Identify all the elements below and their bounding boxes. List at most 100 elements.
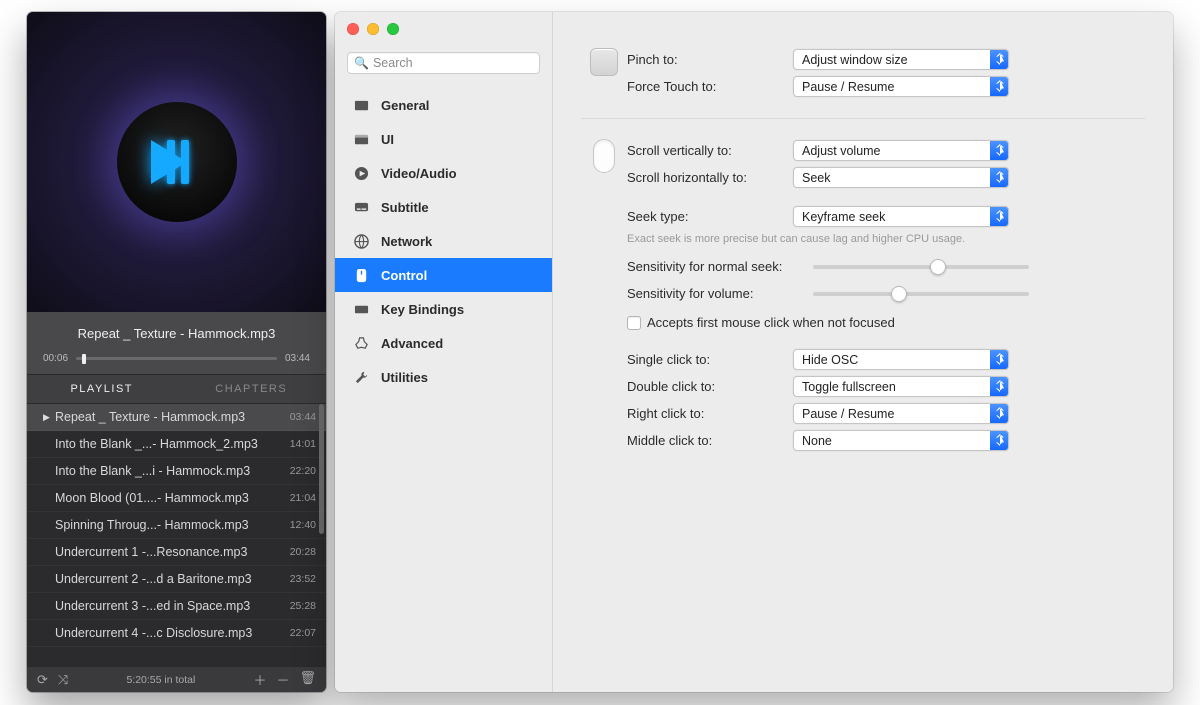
playlist-item-duration: 22:07 — [290, 627, 316, 639]
pinch-select[interactable]: Adjust window size — [793, 49, 1009, 70]
playlist-item-title: Undercurrent 3 -...ed in Space.mp3 — [55, 599, 290, 613]
right-click-label: Right click to: — [627, 406, 793, 421]
sidebar-item-control[interactable]: Control — [335, 258, 552, 292]
playlist-item[interactable]: Undercurrent 2 -...d a Baritone.mp323:52 — [27, 566, 326, 593]
seek-slider[interactable] — [76, 357, 277, 360]
sens-vol-slider[interactable] — [813, 292, 1029, 296]
sidebar-item-ui[interactable]: UI — [335, 122, 552, 156]
accept-first-click-row[interactable]: Accepts first mouse click when not focus… — [627, 307, 1145, 334]
zoom-button[interactable] — [387, 23, 399, 35]
advanced-icon — [353, 335, 369, 351]
sens-seek-label: Sensitivity for normal seek: — [627, 259, 813, 274]
keys-icon — [353, 301, 369, 317]
sens-seek-slider[interactable] — [813, 265, 1029, 269]
search-placeholder: Search — [373, 56, 413, 70]
seek-type-select[interactable]: Keyframe seek — [793, 206, 1009, 227]
video-icon — [353, 165, 369, 181]
playlist-item[interactable]: Into the Blank _...- Hammock_2.mp314:01 — [27, 431, 326, 458]
preferences-content: Pinch to: Adjust window size Force Touch… — [553, 12, 1173, 692]
sidebar-item-label: General — [381, 98, 429, 113]
utilities-icon — [353, 369, 369, 385]
sidebar-item-keys[interactable]: Key Bindings — [335, 292, 552, 326]
sidebar-item-label: Subtitle — [381, 200, 429, 215]
now-playing-title: Repeat _ Texture - Hammock.mp3 — [43, 326, 310, 341]
scroll-v-label: Scroll vertically to: — [627, 143, 793, 158]
scrollbar[interactable] — [319, 404, 324, 534]
minimize-button[interactable] — [367, 23, 379, 35]
trash-icon[interactable]: 🗑 — [299, 670, 316, 689]
repeat-icon[interactable]: ⟳ — [37, 672, 48, 688]
seek-type-hint: Exact seek is more precise but can cause… — [627, 230, 1145, 253]
subtitle-icon — [353, 199, 369, 215]
accept-first-click-label: Accepts first mouse click when not focus… — [647, 315, 895, 330]
preferences-sidebar: 🔍 Search General UI Video/Audio Subtitle Net… — [335, 12, 553, 692]
sidebar-item-label: UI — [381, 132, 394, 147]
album-art-area — [27, 12, 326, 312]
playlist-item-title: Moon Blood (01....- Hammock.mp3 — [55, 491, 290, 505]
playlist-item[interactable]: Undercurrent 1 -...Resonance.mp320:28 — [27, 539, 326, 566]
playlist-item-duration: 14:01 — [290, 438, 316, 450]
double-click-select[interactable]: Toggle fullscreen — [793, 376, 1009, 397]
scroll-h-select[interactable]: Seek — [793, 167, 1009, 188]
playlist-item-duration: 25:28 — [290, 600, 316, 612]
shuffle-icon[interactable]: ⤨ — [58, 672, 68, 688]
now-playing-bar: Repeat _ Texture - Hammock.mp3 00:06 03:… — [27, 312, 326, 374]
scroll-h-label: Scroll horizontally to: — [627, 170, 793, 185]
scroll-v-select[interactable]: Adjust volume — [793, 140, 1009, 161]
sens-vol-label: Sensitivity for volume: — [627, 286, 813, 301]
playlist-item-title: Undercurrent 1 -...Resonance.mp3 — [55, 545, 290, 559]
control-icon — [353, 267, 369, 283]
playlist-item[interactable]: ▶Repeat _ Texture - Hammock.mp303:44 — [27, 404, 326, 431]
remove-icon[interactable]: － — [276, 670, 289, 689]
right-click-select[interactable]: Pause / Resume — [793, 403, 1009, 424]
ui-icon — [353, 131, 369, 147]
add-icon[interactable]: ＋ — [253, 670, 266, 689]
sidebar-item-label: Network — [381, 234, 432, 249]
playlist-item-duration: 22:20 — [290, 465, 316, 477]
sidebar-item-video[interactable]: Video/Audio — [335, 156, 552, 190]
time-duration: 03:44 — [285, 353, 310, 364]
playlist-total-duration: 5:20:55 in total — [68, 674, 253, 686]
playlist-item-title: Repeat _ Texture - Hammock.mp3 — [55, 410, 290, 424]
play-indicator-icon: ▶ — [43, 412, 55, 423]
double-click-label: Double click to: — [627, 379, 793, 394]
sidebar-item-label: Key Bindings — [381, 302, 464, 317]
sidebar-item-general[interactable]: General — [335, 88, 552, 122]
sidebar-item-advanced[interactable]: Advanced — [335, 326, 552, 360]
trackpad-section: Pinch to: Adjust window size Force Touch… — [581, 28, 1145, 118]
playlist-item[interactable]: Into the Blank _...i - Hammock.mp322:20 — [27, 458, 326, 485]
seek-type-label: Seek type: — [627, 209, 793, 224]
sidebar-item-label: Utilities — [381, 370, 428, 385]
single-click-select[interactable]: Hide OSC — [793, 349, 1009, 370]
playlist-item[interactable]: Undercurrent 4 -...c Disclosure.mp322:07 — [27, 620, 326, 647]
sidebar-item-utilities[interactable]: Utilities — [335, 360, 552, 394]
tab-chapters[interactable]: CHAPTERS — [177, 375, 327, 403]
playlist-item[interactable]: Moon Blood (01....- Hammock.mp321:04 — [27, 485, 326, 512]
sidebar-item-network[interactable]: Network — [335, 224, 552, 258]
accept-first-click-checkbox[interactable] — [627, 316, 641, 330]
playlist-item-duration: 03:44 — [290, 411, 316, 423]
search-input[interactable]: 🔍 Search — [347, 52, 540, 74]
single-click-label: Single click to: — [627, 352, 793, 367]
tab-playlist[interactable]: PLAYLIST — [27, 375, 177, 403]
playlist-item-duration: 21:04 — [290, 492, 316, 504]
window-controls — [347, 23, 399, 35]
force-touch-select[interactable]: Pause / Resume — [793, 76, 1009, 97]
force-touch-label: Force Touch to: — [627, 79, 793, 94]
network-icon — [353, 233, 369, 249]
search-icon: 🔍 — [354, 56, 369, 70]
sidebar-item-subtitle[interactable]: Subtitle — [335, 190, 552, 224]
general-icon — [353, 97, 369, 113]
playlist[interactable]: ▶Repeat _ Texture - Hammock.mp303:44Into… — [27, 404, 326, 666]
playlist-item-title: Spinning Throug...- Hammock.mp3 — [55, 518, 290, 532]
player-footer: ⟳ ⤨ 5:20:55 in total ＋ － 🗑 — [27, 666, 326, 692]
sidebar-item-label: Advanced — [381, 336, 443, 351]
mouse-icon — [593, 139, 615, 173]
playlist-item[interactable]: Spinning Throug...- Hammock.mp312:40 — [27, 512, 326, 539]
playlist-item-title: Into the Blank _...i - Hammock.mp3 — [55, 464, 290, 478]
middle-click-select[interactable]: None — [793, 430, 1009, 451]
playlist-tabs: PLAYLIST CHAPTERS — [27, 374, 326, 404]
playlist-item[interactable]: Undercurrent 3 -...ed in Space.mp325:28 — [27, 593, 326, 620]
close-button[interactable] — [347, 23, 359, 35]
playlist-item-duration: 20:28 — [290, 546, 316, 558]
